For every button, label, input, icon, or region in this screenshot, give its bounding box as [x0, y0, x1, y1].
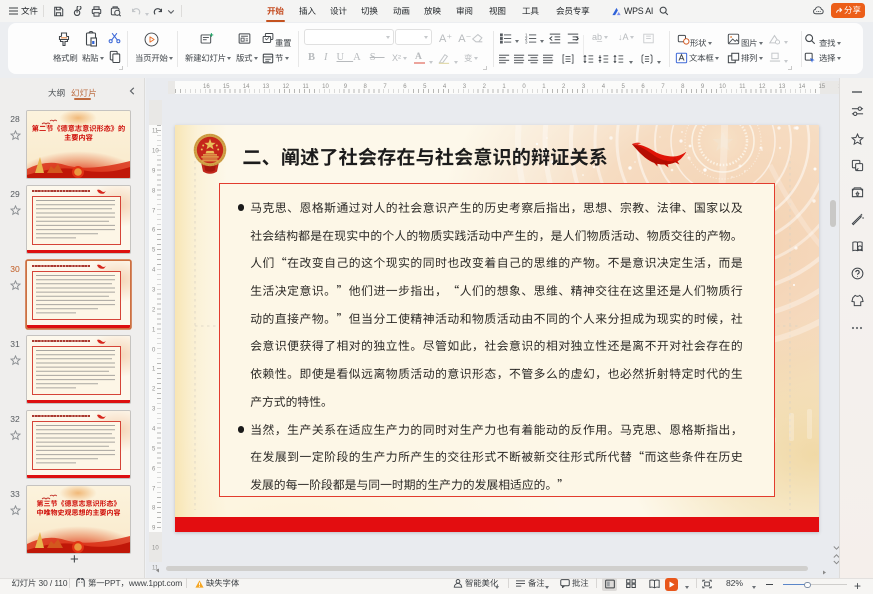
svg-text:3: 3 — [525, 40, 528, 44]
